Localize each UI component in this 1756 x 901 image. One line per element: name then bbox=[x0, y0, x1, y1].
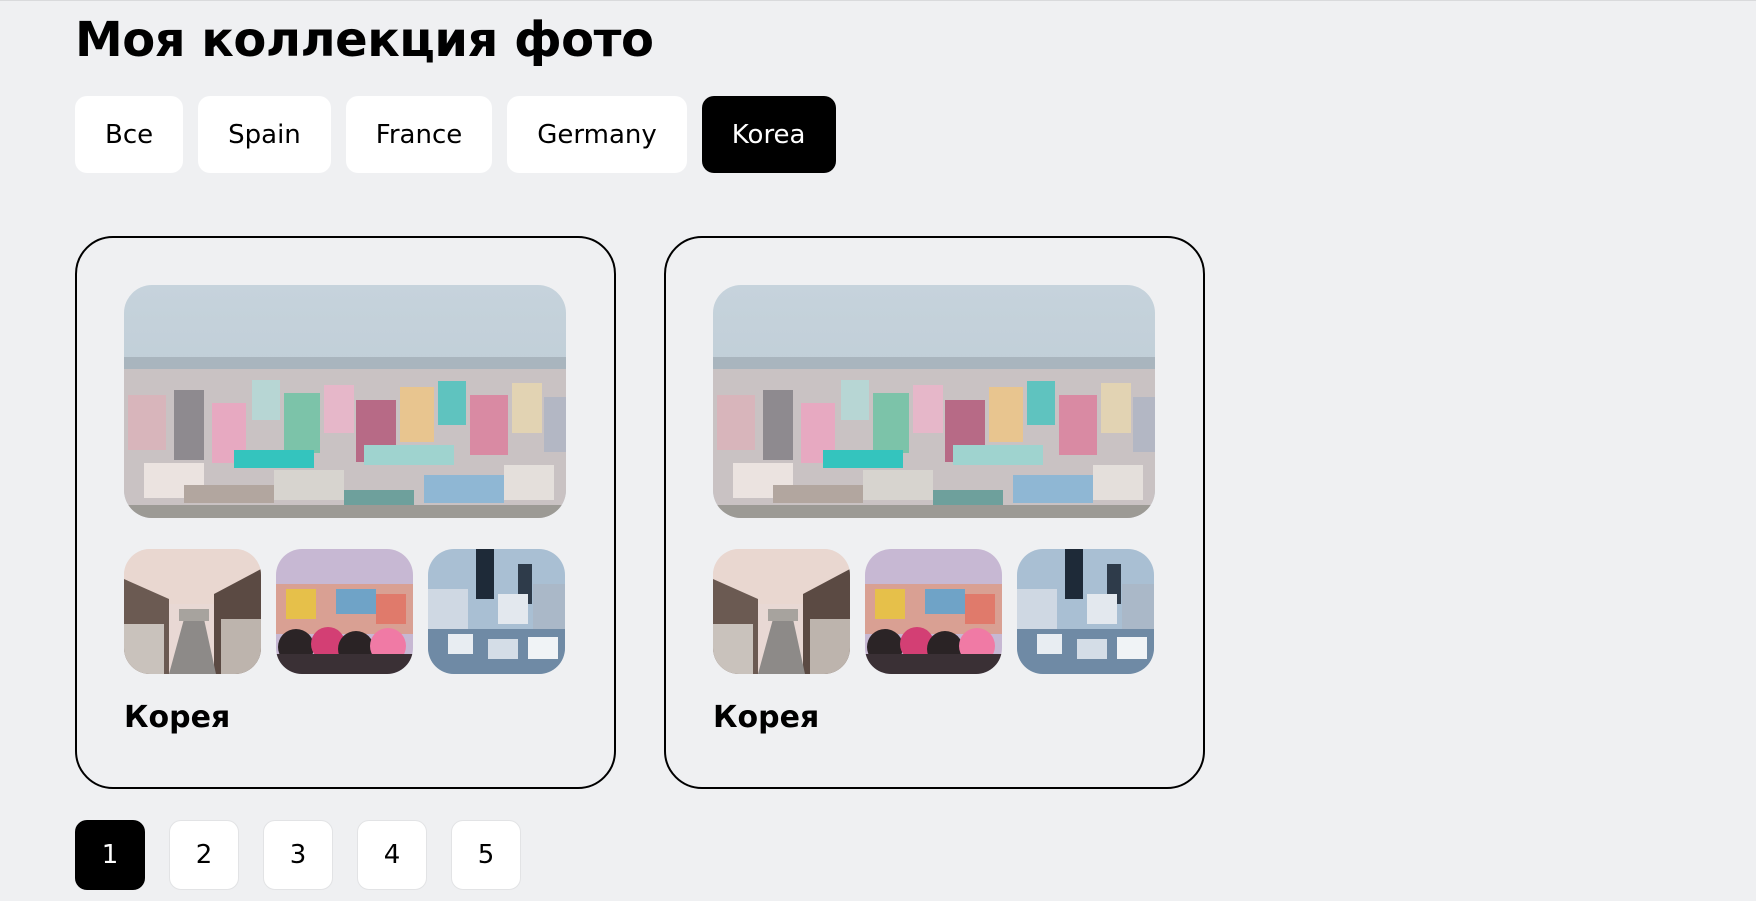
hanok-village-street-photo[interactable] bbox=[124, 549, 261, 674]
filter-all[interactable]: Все bbox=[75, 96, 184, 173]
page-button-5[interactable]: 5 bbox=[451, 820, 521, 890]
page-button-1[interactable]: 1 bbox=[75, 820, 145, 890]
page-button-2[interactable]: 2 bbox=[169, 820, 239, 890]
card-caption: Корея bbox=[713, 700, 820, 735]
page-button-4[interactable]: 4 bbox=[357, 820, 427, 890]
city-skyline-photo[interactable] bbox=[124, 285, 566, 518]
city-skyline-photo[interactable] bbox=[713, 285, 1155, 518]
filter-france[interactable]: France bbox=[345, 96, 493, 173]
thumbnail-row bbox=[713, 549, 1154, 674]
collection-card[interactable]: Корея bbox=[75, 236, 616, 789]
city-buildings-photo[interactable] bbox=[428, 549, 565, 674]
filter-spain[interactable]: Spain bbox=[198, 96, 331, 173]
country-filter-bar: Все Spain France Germany Korea bbox=[75, 96, 836, 173]
page-button-3[interactable]: 3 bbox=[263, 820, 333, 890]
filter-germany[interactable]: Germany bbox=[507, 96, 687, 173]
filter-korea[interactable]: Korea bbox=[701, 96, 836, 173]
mural-crowd-photo[interactable] bbox=[276, 549, 413, 674]
hanok-village-street-photo[interactable] bbox=[713, 549, 850, 674]
page: Моя коллекция фото Все Spain France Germ… bbox=[0, 0, 1756, 901]
collection-grid: Корея Корея bbox=[75, 236, 1205, 789]
city-buildings-photo[interactable] bbox=[1017, 549, 1154, 674]
thumbnail-row bbox=[124, 549, 565, 674]
top-divider bbox=[0, 0, 1756, 1]
pagination: 1 2 3 4 5 bbox=[75, 820, 521, 890]
mural-crowd-photo[interactable] bbox=[865, 549, 1002, 674]
page-title: Моя коллекция фото bbox=[75, 12, 654, 68]
collection-card[interactable]: Корея bbox=[664, 236, 1205, 789]
card-caption: Корея bbox=[124, 700, 231, 735]
